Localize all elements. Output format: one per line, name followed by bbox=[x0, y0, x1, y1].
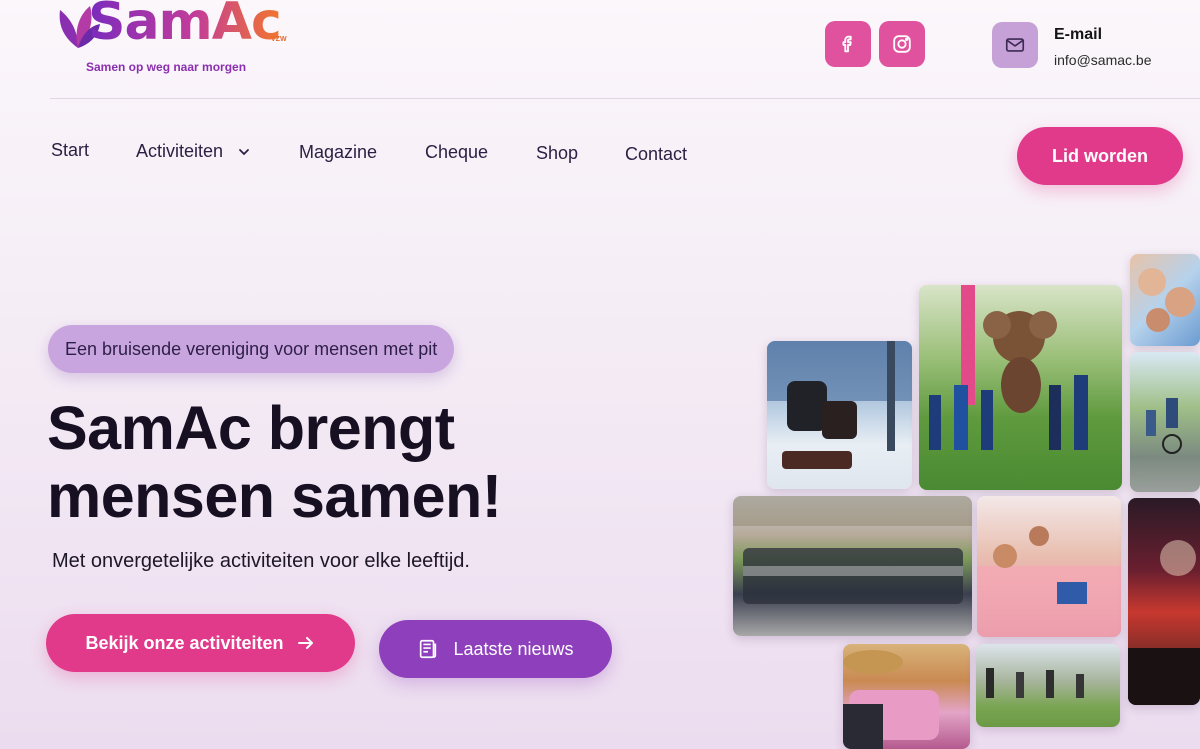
hero-title-line2: mensen samen! bbox=[47, 462, 502, 530]
nav-item-shop[interactable]: Shop bbox=[536, 143, 578, 164]
main-nav: Start Activiteiten Magazine Cheque Shop … bbox=[0, 138, 760, 168]
arrow-right-icon bbox=[297, 637, 313, 649]
nav-item-contact[interactable]: Contact bbox=[625, 144, 687, 165]
logo-wordmark: SamAc bbox=[88, 0, 282, 48]
photo-selfie bbox=[1130, 254, 1200, 346]
hero-subtitle: Met onvergetelijke activiteiten voor elk… bbox=[52, 550, 470, 572]
facebook-icon bbox=[842, 35, 852, 53]
logo-vzw: VZW bbox=[271, 36, 287, 43]
instagram-icon bbox=[893, 35, 911, 53]
hero-title: SamAc brengt mensen samen! bbox=[47, 394, 607, 530]
photo-concert bbox=[1128, 498, 1200, 705]
nav-item-start[interactable]: Start bbox=[51, 140, 89, 161]
nav-item-activiteiten[interactable]: Activiteiten bbox=[136, 141, 250, 162]
photo-group-castle bbox=[733, 496, 972, 636]
view-activities-label: Bekijk onze activiteiten bbox=[85, 632, 284, 653]
newspaper-icon bbox=[420, 639, 437, 659]
photo-crafts-table bbox=[977, 496, 1121, 637]
view-activities-button[interactable]: Bekijk onze activiteiten bbox=[46, 614, 355, 672]
photo-field-walk bbox=[976, 644, 1120, 727]
nav-item-cheque[interactable]: Cheque bbox=[425, 142, 488, 163]
hero-tagline-badge: Een bruisende vereniging voor mensen met… bbox=[48, 325, 455, 373]
latest-news-label: Laatste nieuws bbox=[453, 638, 574, 659]
photo-mascot-children bbox=[919, 285, 1122, 490]
instagram-button[interactable] bbox=[879, 21, 925, 67]
logo[interactable]: SamAc VZW Samen op weg naar morgen bbox=[56, 0, 306, 80]
photo-snow-sled bbox=[767, 341, 912, 489]
logo-tagline: Samen op weg naar morgen bbox=[86, 60, 247, 74]
photo-hats-market bbox=[843, 644, 970, 749]
latest-news-button[interactable]: Laatste nieuws bbox=[379, 620, 612, 678]
contact-email-link[interactable]: info@samac.be bbox=[1054, 52, 1151, 68]
hero-title-line1: SamAc brengt bbox=[47, 394, 455, 462]
nav-item-label: Activiteiten bbox=[136, 141, 224, 161]
mail-icon-box[interactable] bbox=[992, 22, 1038, 68]
chevron-down-icon bbox=[239, 149, 249, 156]
facebook-button[interactable] bbox=[825, 21, 871, 67]
mail-icon bbox=[1005, 38, 1025, 52]
header-divider bbox=[50, 98, 1200, 99]
nav-item-magazine[interactable]: Magazine bbox=[299, 142, 377, 163]
photo-cycling bbox=[1130, 352, 1200, 492]
join-button[interactable]: Lid worden bbox=[1017, 127, 1183, 185]
contact-label: E-mail bbox=[1054, 26, 1103, 43]
